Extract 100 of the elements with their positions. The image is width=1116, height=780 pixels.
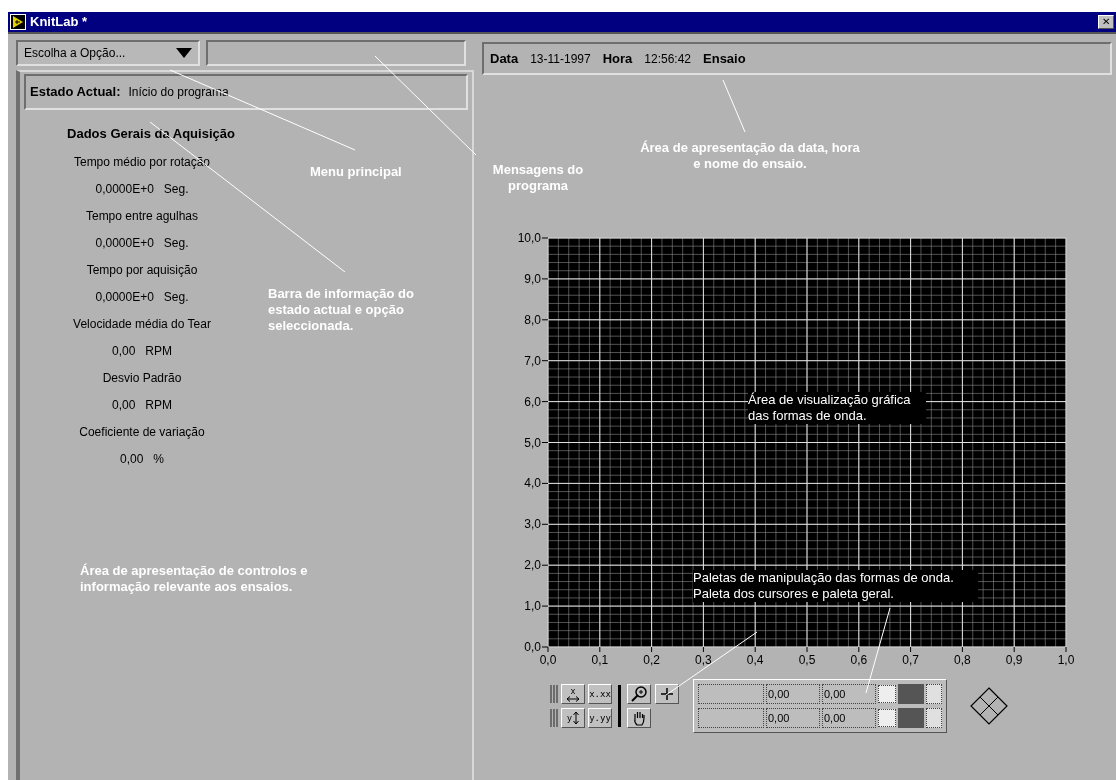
metric-unit: %: [153, 450, 164, 468]
y-tick: 2,0: [524, 558, 549, 573]
time-label: Hora: [602, 49, 633, 68]
metric-label: Velocidade média do Tear: [73, 315, 211, 333]
x-tick: 1,0: [1057, 646, 1075, 667]
y-tick-label: 8,0: [524, 312, 542, 327]
cursor-lock-swatch[interactable]: [926, 684, 942, 704]
option-dropdown[interactable]: Escolha a Opção...: [16, 40, 200, 66]
zoom-icon: [631, 686, 647, 702]
cursor-name-field[interactable]: [698, 708, 764, 728]
cursor-lock-swatch[interactable]: [926, 708, 942, 728]
crosshair-button[interactable]: [655, 684, 679, 704]
y-tick-label: 2,0: [524, 558, 542, 573]
x-tick: 0,7: [902, 646, 919, 667]
y-tick: 8,0: [524, 312, 549, 327]
x-tick-label: 0,7: [902, 653, 920, 667]
x-tick: 0,3: [695, 646, 712, 667]
cursor-move-icon[interactable]: [969, 686, 1009, 726]
callout-text: Área de visualização gráfica das formas de onda.: [748, 392, 926, 424]
x-tick-label: 0,5: [798, 653, 816, 667]
metric-value: 0,00: [111, 342, 136, 360]
x-tick: 0,2: [643, 646, 660, 667]
y-tick: 4,0: [524, 476, 549, 491]
x-tick-label: 0,0: [539, 653, 557, 667]
y-tick: 9,0: [524, 271, 549, 286]
metric-unit: Seg.: [163, 180, 189, 198]
cursor-style-swatch[interactable]: [878, 709, 896, 727]
y-scale-button[interactable]: y: [561, 708, 585, 728]
grip-icon: [550, 709, 558, 727]
x-tick-label: 0,6: [850, 653, 868, 667]
y-tick-label: 0,0: [524, 640, 542, 654]
window-title: KnitLab *: [30, 13, 88, 32]
y-tick-label: 4,0: [524, 476, 542, 491]
cursor-name-field[interactable]: [698, 684, 764, 704]
caret-icon: [176, 48, 192, 58]
y-format-button[interactable]: y.yy: [588, 708, 612, 728]
x-tick-label: 1,0: [1057, 653, 1075, 667]
cursor-style-swatch[interactable]: [878, 685, 896, 703]
metric-label: Tempo por aquisição: [86, 261, 198, 279]
y-tick-label: 1,0: [524, 599, 542, 614]
metric-value: 0,0000E+0: [95, 180, 154, 198]
x-tick-label: 0,8: [954, 653, 972, 667]
x-tick-label: 0,4: [746, 653, 764, 667]
y-tick: 6,0: [524, 394, 549, 409]
cursor-color-swatch[interactable]: [898, 708, 924, 728]
test-label: Ensaio: [703, 49, 746, 68]
metric-unit: Seg.: [163, 234, 189, 252]
x-tick: 0,6: [850, 646, 868, 667]
y-tick-label: 5,0: [524, 435, 542, 450]
x-scale-button[interactable]: x: [561, 684, 585, 704]
y-tick: 10,0: [517, 231, 549, 245]
status-label: Estado Actual:: [30, 83, 121, 102]
app-icon: [10, 14, 26, 30]
callout-text: Barra de informação do estado actual e opção seleccionada.: [268, 286, 415, 334]
metric-unit: RPM: [145, 342, 172, 360]
horizontal-arrows-icon: [566, 695, 580, 702]
x-format-button[interactable]: x.xx: [588, 684, 612, 704]
y-tick-label: 7,0: [524, 353, 542, 368]
metric-unit: Seg.: [163, 288, 189, 306]
cursor-y-field[interactable]: 0,00: [822, 684, 876, 704]
callout-text: Mensagens do programa: [491, 162, 585, 194]
x-tick: 0,4: [746, 646, 764, 667]
metric-label: Tempo médio por rotação: [73, 153, 211, 171]
zoom-button[interactable]: [627, 684, 651, 704]
metric-label: Desvio Padrão: [102, 369, 182, 387]
y-tick: 1,0: [524, 599, 549, 614]
callout-text: Área de apresentação da data, hora e nome do ensaio.: [640, 140, 860, 172]
x-tick-label: 0,3: [695, 653, 713, 667]
x-tick-label: 0,9: [1005, 653, 1023, 667]
hand-icon: [632, 710, 646, 726]
metric-unit: RPM: [145, 396, 172, 414]
close-button[interactable]: ✕: [1098, 15, 1114, 29]
x-tick: 0,5: [798, 646, 816, 667]
time-value: 12:56:42: [644, 50, 692, 68]
y-tick-label: 9,0: [524, 271, 542, 286]
y-tick-label: 10,0: [517, 231, 542, 245]
date-label: Data: [490, 49, 519, 68]
callout-text: Paletas de manipulação das formas de onda. Paleta dos cursores e paleta geral.: [693, 570, 978, 602]
status-value: Início do programa: [128, 84, 229, 101]
cursor-x-field[interactable]: 0,00: [766, 708, 820, 728]
section-title: Dados Gerais da Aquisição: [67, 125, 235, 143]
pan-button[interactable]: [627, 708, 651, 728]
y-tick-label: 6,0: [524, 394, 542, 409]
y-tick: 7,0: [524, 353, 549, 368]
x-tick: 0,9: [1005, 646, 1023, 667]
metric-label: Coeficiente de variação: [79, 423, 205, 441]
metric-value: 0,00: [112, 396, 136, 414]
metric-value: 0,00: [119, 450, 144, 468]
y-tick-label: 3,0: [524, 517, 542, 532]
y-tick: 0,0: [524, 640, 549, 654]
x-tick: 0,1: [591, 646, 609, 667]
leader-line: [722, 79, 746, 133]
y-tick: 3,0: [524, 517, 549, 532]
grip-icon: [550, 685, 558, 703]
callout-text: Menu principal: [310, 164, 403, 180]
plus-icon: [660, 687, 674, 701]
cursor-y-field[interactable]: 0,00: [822, 708, 876, 728]
metric-label: Tempo entre agulhas: [85, 207, 199, 225]
cursor-color-swatch[interactable]: [898, 684, 924, 704]
cursor-x-field[interactable]: 0,00: [766, 684, 820, 704]
